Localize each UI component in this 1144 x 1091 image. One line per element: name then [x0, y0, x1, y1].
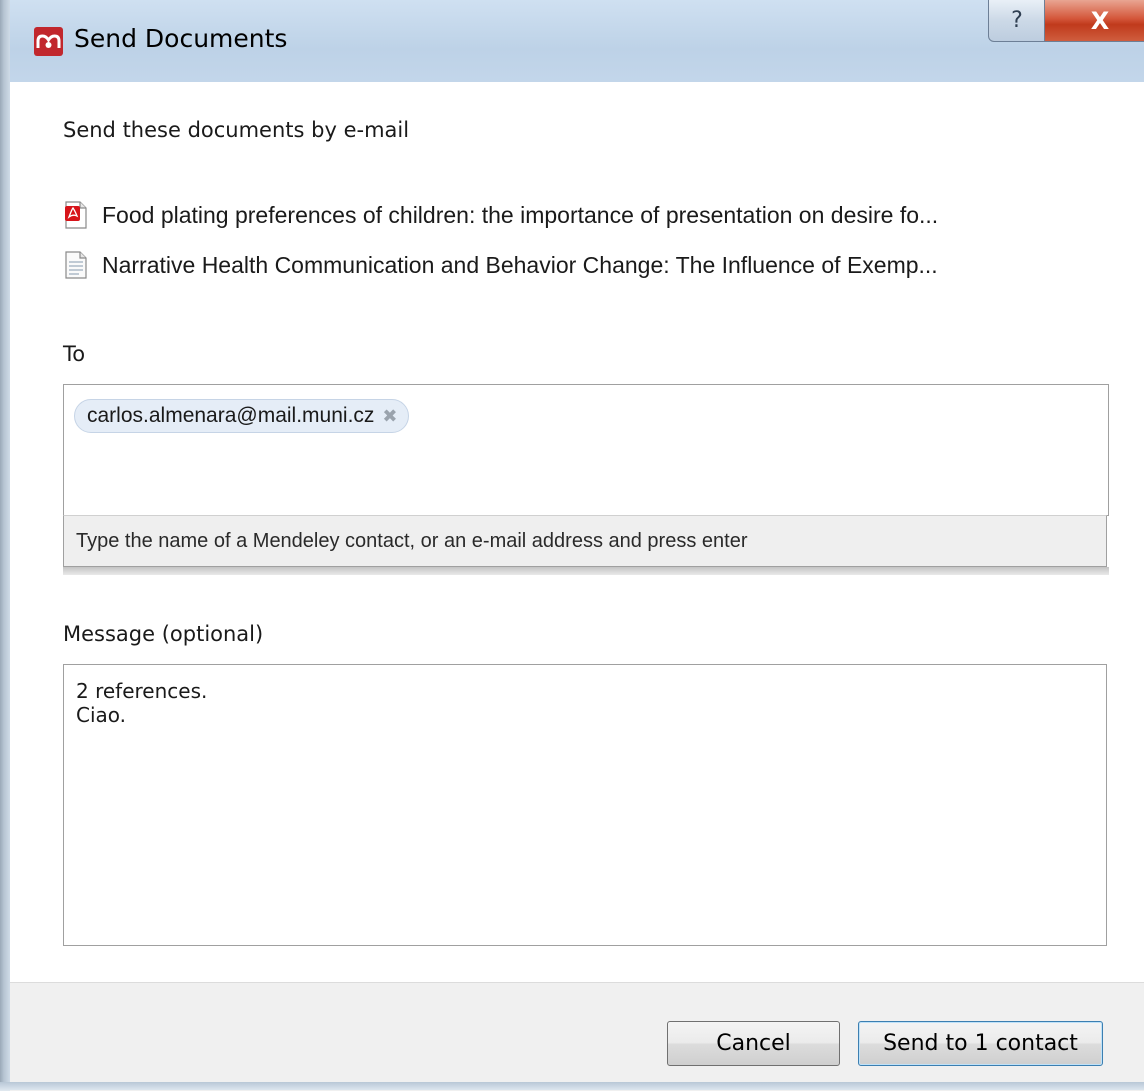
intro-text: Send these documents by e-mail	[63, 118, 410, 142]
send-button[interactable]: Send to 1 contact	[858, 1021, 1103, 1066]
remove-recipient-icon[interactable]: ✖	[382, 406, 397, 427]
recipient-search-input[interactable]: Type the name of a Mendeley contact, or …	[63, 515, 1107, 567]
message-label: Message (optional)	[63, 622, 264, 646]
close-icon: X	[1090, 6, 1110, 35]
mendeley-logo-icon	[34, 27, 63, 56]
help-icon: ?	[1011, 8, 1023, 33]
title-bar[interactable]: Send Documents ? X	[10, 0, 1144, 82]
document-title: Narrative Health Communication and Behav…	[102, 251, 938, 278]
text-document-icon	[65, 251, 87, 279]
recipient-address: carlos.almenara@mail.muni.cz	[87, 404, 375, 427]
message-line: 2 references.	[76, 679, 208, 703]
pdf-document-icon	[65, 201, 87, 229]
document-item: Food plating preferences of children: th…	[64, 200, 938, 230]
to-label: To	[63, 342, 86, 366]
recipients-field[interactable]: carlos.almenara@mail.muni.cz ✖	[63, 384, 1109, 516]
recipient-chip[interactable]: carlos.almenara@mail.muni.cz ✖	[74, 399, 409, 433]
cancel-button[interactable]: Cancel	[667, 1021, 840, 1066]
message-textarea[interactable]: 2 references. Ciao.	[63, 664, 1107, 946]
window-bottom-edge	[0, 1082, 1144, 1090]
document-item: Narrative Health Communication and Behav…	[64, 250, 938, 280]
message-line: Ciao.	[76, 703, 127, 727]
window-title: Send Documents	[74, 24, 288, 53]
input-shadow	[63, 567, 1109, 575]
help-button[interactable]: ?	[988, 0, 1046, 42]
send-documents-dialog: Send Documents ? X Send these documents …	[0, 0, 1144, 1091]
window-left-edge	[0, 0, 10, 1090]
document-title: Food plating preferences of children: th…	[102, 201, 939, 228]
dialog-footer: Cancel Send to 1 contact	[10, 982, 1144, 1091]
close-button[interactable]: X	[1044, 0, 1144, 42]
dialog-content: Send these documents by e-mail Food plat…	[10, 82, 1144, 982]
